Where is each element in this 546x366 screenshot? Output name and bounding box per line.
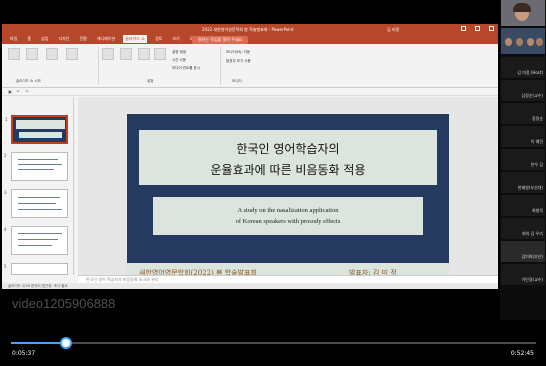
minimize-icon[interactable] <box>461 26 466 31</box>
seek-bar[interactable] <box>11 342 536 344</box>
slide-title-line-1: 한국인 영어학습자의 <box>236 142 340 156</box>
slide-title-line-2: 운율효과에 따른 비음동화 적용 <box>210 163 366 177</box>
tab-design[interactable]: 디자인 <box>56 35 71 43</box>
tell-me-search[interactable]: 원하는 작업을 알려 주세요 <box>192 36 249 44</box>
participant-name: 장정순 <box>531 116 543 121</box>
participant-tile[interactable]: 김 미정 (Host) <box>501 57 545 78</box>
slide-thumbnail[interactable]: 3 <box>4 189 68 218</box>
ribbon-divider <box>98 47 99 85</box>
tab-slide-show[interactable]: 슬라이드 쇼 <box>123 35 147 43</box>
slide-thumbnail[interactable]: 2 <box>4 152 68 181</box>
participant-video[interactable] <box>501 28 545 54</box>
maximize-icon[interactable] <box>475 26 480 31</box>
participant-tile[interactable]: 회의 김 우리 <box>501 218 545 239</box>
thumb-number: 2 <box>4 153 7 158</box>
tab-home[interactable]: 홈 <box>25 35 33 43</box>
participant-tile[interactable]: 한우 김 <box>501 149 545 170</box>
slide-thumbnail-pane: 1 2 3 4 5 <box>2 97 74 275</box>
participant-name: 최병옥 <box>531 208 543 213</box>
current-slide[interactable]: 한국인 영어학습자의 운율효과에 따른 비음동화 적용 A study on t… <box>127 114 449 289</box>
tab-insert[interactable]: 삽입 <box>39 35 50 43</box>
window-title: 2022 새한영어영문학회 봄 학술발표회 - PowerPoint <box>202 27 294 32</box>
participant-name: 이 예진 <box>530 139 543 144</box>
custom-show-button[interactable] <box>66 48 78 60</box>
participant-tile[interactable]: 한혜영(부산대) <box>501 172 545 193</box>
current-time: 0:05:37 <box>12 350 36 357</box>
online-present-button[interactable] <box>46 48 58 60</box>
presenter-view-checkbox[interactable]: 발표자 보기 사용 <box>226 59 251 64</box>
participant-face <box>536 38 543 46</box>
participant-video[interactable] <box>501 0 545 26</box>
participant-tile[interactable]: 최병옥 <box>501 195 545 216</box>
participant-name: 회의 김 우리 <box>522 231 543 236</box>
participants-strip: 김 미정 (Host) 심정순(교수) 장정순 이 예진 한우 김 한혜영(부산… <box>500 0 546 320</box>
option-show-media-controls[interactable]: 미디어 컨트롤 표시 <box>172 66 200 71</box>
slide-thumbnail[interactable]: 1 <box>5 115 68 144</box>
from-current-button[interactable] <box>26 48 38 60</box>
participant-name: 김미희(부산) <box>521 254 543 259</box>
powerpoint-window: 2022 새한영어영문학회 봄 학술발표회 - PowerPoint 김 미정 … <box>2 24 498 289</box>
rehearse-timings-button[interactable] <box>138 48 150 60</box>
window-controls <box>461 26 494 31</box>
ribbon: 슬라이드 쇼 시작 설명 재생 시간 사용 미디어 컨트롤 표시 설정 모니터(… <box>2 44 498 88</box>
seek-bar-progress <box>11 342 66 344</box>
participant-tile[interactable]: 장정순 <box>501 103 545 124</box>
english-title-line-2: of Korean speakers with prosody effects <box>235 218 341 225</box>
setup-show-button[interactable] <box>102 48 114 60</box>
tab-transitions[interactable]: 전환 <box>77 35 88 43</box>
save-icon[interactable]: ▣ <box>8 89 12 94</box>
monitor-select[interactable]: 모니터(M): 자동 <box>226 50 250 55</box>
notes-pane[interactable]: 한국인 영어 학습자의 비음동화 요국와 관리 <box>78 275 498 283</box>
option-play-narrations[interactable]: 설명 재생 <box>172 50 186 55</box>
ribbon-group-start: 슬라이드 쇼 시작 <box>16 79 41 83</box>
participant-name: 이민경(교수) <box>521 277 543 282</box>
slide-thumbnail[interactable]: 4 <box>4 226 68 255</box>
status-bar: 슬라이드 1/18 한국어 접근성: 조사 필요 <box>2 283 498 289</box>
quick-access-toolbar: ▣ ↶ ↷ <box>2 88 498 96</box>
participant-tile[interactable]: 심정순(교수) <box>501 80 545 101</box>
thumb-number: 4 <box>4 227 7 232</box>
ribbon-group-setup: 설정 <box>147 79 154 83</box>
hide-slide-button[interactable] <box>120 48 132 60</box>
ribbon-group-monitor: 모니터 <box>232 79 242 83</box>
tab-view[interactable]: 보기 <box>170 35 181 43</box>
seek-handle[interactable] <box>60 337 72 349</box>
undo-icon[interactable]: ↶ <box>17 89 20 94</box>
meeting-recording-player: 2022 새한영어영문학회 봄 학술발표회 - PowerPoint 김 미정 … <box>0 0 546 366</box>
from-beginning-button[interactable] <box>8 48 20 60</box>
participant-tile[interactable]: 이 예진 <box>501 126 545 147</box>
video-title: video1205906888 <box>12 296 116 311</box>
total-time: 0:52:45 <box>510 350 534 357</box>
thumb-number: 1 <box>5 117 8 122</box>
tab-file[interactable]: 파일 <box>8 35 19 43</box>
slide-thumbnail[interactable]: 5 <box>4 263 68 275</box>
close-icon[interactable] <box>489 26 494 31</box>
participant-name: 한혜영(부산대) <box>517 185 543 190</box>
participant-face <box>505 38 512 46</box>
slide-editing-area: 한국인 영어학습자의 운율효과에 따른 비음동화 적용 A study on t… <box>78 97 498 289</box>
powerpoint-title-bar: 2022 새한영어영문학회 봄 학술발표회 - PowerPoint 김 미정 <box>2 24 498 34</box>
participant-hair <box>513 3 531 12</box>
slide-title-box[interactable]: 한국인 영어학습자의 운율효과에 따른 비음동화 적용 <box>139 130 437 185</box>
option-use-timings[interactable]: 시간 사용 <box>172 58 186 63</box>
user-name: 김 미정 <box>387 27 400 32</box>
participant-face <box>516 38 523 46</box>
english-title-line-1: A study on the nasalization application <box>237 207 339 214</box>
redo-icon[interactable]: ↷ <box>25 89 28 94</box>
ribbon-tab-bar: 파일 홈 삽입 디자인 전환 애니메이션 슬라이드 쇼 검토 보기 도움말 원하… <box>2 34 498 44</box>
thumb-number: 3 <box>4 190 7 195</box>
ribbon-divider <box>220 47 221 85</box>
tab-animations[interactable]: 애니메이션 <box>95 35 117 43</box>
participant-name: 심정순(교수) <box>521 93 543 98</box>
tab-review[interactable]: 검토 <box>153 35 164 43</box>
thumb-number: 5 <box>4 264 7 269</box>
record-show-button[interactable] <box>154 48 166 60</box>
slide-subtitle-box[interactable]: A study on the nasalization application … <box>153 197 423 235</box>
participant-face <box>527 38 534 46</box>
participant-name: 김 미정 (Host) <box>517 70 543 75</box>
participant-name: 한우 김 <box>530 162 543 167</box>
participant-tile[interactable]: 이민경(교수) <box>501 264 545 285</box>
participant-tile[interactable]: 김미희(부산) <box>501 241 545 262</box>
